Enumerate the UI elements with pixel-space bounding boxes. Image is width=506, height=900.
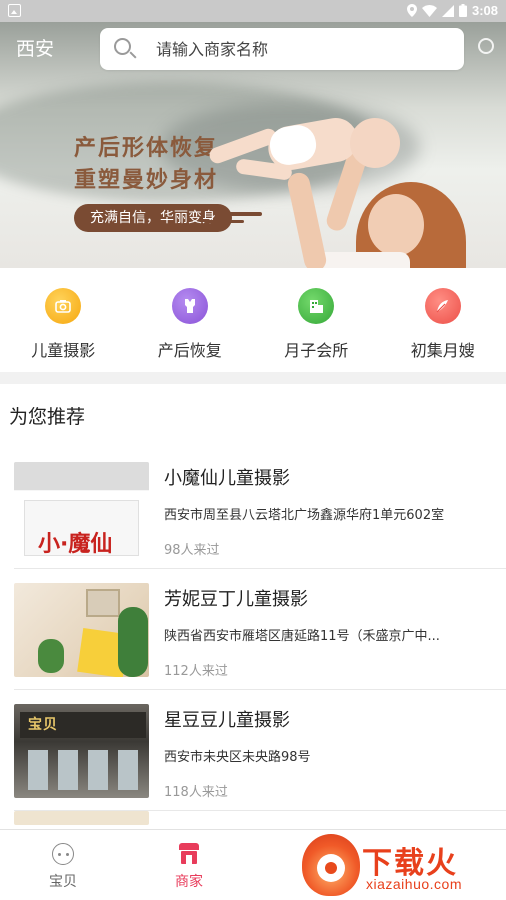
banner-headline-2: 重塑曼妙身材	[74, 167, 219, 193]
banner-decoration	[214, 212, 262, 216]
tab-icon-wrapper	[177, 842, 201, 866]
city-selector[interactable]: 西安	[16, 34, 54, 61]
category-kids-photography[interactable]: 儿童摄影	[0, 268, 127, 372]
baby-face-icon	[52, 843, 74, 865]
merchant-address: 西安市未央区未央路98号	[164, 750, 311, 765]
search-input[interactable]	[156, 39, 436, 59]
category-label: 初集月嫂	[410, 341, 475, 360]
feather-icon	[424, 288, 461, 324]
merchant-thumbnail: 宝贝	[14, 704, 149, 798]
merchant-visits: 112人来过	[164, 664, 228, 679]
watermark-url: xiazaihuo.com	[366, 876, 462, 892]
thumbnail-sign-text: 宝贝	[28, 717, 58, 733]
thumbnail-window	[118, 750, 138, 790]
flame-logo-dot	[325, 862, 337, 874]
location-icon	[406, 4, 417, 17]
status-icons: 3:08	[406, 3, 498, 18]
merchant-thumbnail	[14, 583, 149, 677]
merchant-thumbnail	[14, 811, 149, 825]
tab-label: 宝贝	[49, 874, 77, 890]
thumbnail-sign-text: 小·魔仙	[38, 532, 113, 556]
building-icon	[298, 288, 335, 324]
thumbnail-plant	[38, 639, 64, 673]
banner-photo-woman-face	[368, 194, 424, 256]
category-label: 产后恢复	[157, 341, 222, 360]
tab-icon-wrapper	[51, 842, 75, 866]
tab-merchants[interactable]: 商家	[126, 830, 252, 900]
merchant-address: 西安市周至县八云塔北广场鑫源华府1单元602室	[164, 508, 445, 523]
merchant-visits: 98人来过	[164, 543, 220, 558]
bodysuit-icon	[171, 288, 208, 324]
banner-photo-baby-head	[350, 118, 400, 168]
thumbnail-frame	[86, 589, 120, 617]
merchant-item[interactable]: 芳妮豆丁儿童摄影 陕西省西安市雁塔区唐延路11号（禾盛京广中... 112人来过	[14, 569, 506, 690]
tab-baby[interactable]: 宝贝	[0, 830, 126, 900]
banner-headline-1: 产后形体恢复	[74, 135, 219, 161]
shop-icon	[179, 843, 199, 865]
merchant-item[interactable]: 宝贝 星豆豆儿童摄影 西安市未央区未央路98号 118人来过	[14, 690, 506, 811]
category-grid: 儿童摄影 产后恢复 月子会所 初集月嫂	[0, 268, 506, 372]
recommend-section-title: 为您推荐	[9, 406, 86, 428]
category-postpartum-recovery[interactable]: 产后恢复	[127, 268, 254, 372]
tab-label: 商家	[175, 874, 203, 890]
category-label: 儿童摄影	[31, 341, 96, 360]
wifi-icon	[421, 4, 437, 17]
search-bar[interactable]	[100, 28, 464, 70]
gallery-notification-icon	[8, 4, 21, 17]
merchant-name: 小魔仙儿童摄影	[164, 468, 290, 489]
thumbnail-plant	[118, 607, 148, 677]
camera-icon	[45, 288, 82, 324]
status-bar: 3:08	[0, 0, 506, 22]
status-time: 3:08	[471, 3, 498, 18]
category-label: 月子会所	[284, 341, 349, 360]
app-screen: 3:08 产后形体恢复 重塑曼妙身材 充满自信，华丽变身 西安 请输入商家名称 …	[0, 0, 506, 900]
merchant-item-partial[interactable]	[14, 811, 506, 825]
banner-decoration	[204, 220, 244, 223]
watermark-logo: 下载火 xiazaihuo.com	[300, 832, 506, 900]
section-divider	[0, 372, 506, 384]
signal-icon	[441, 4, 454, 17]
merchant-address: 陕西省西安市雁塔区唐延路11号（禾盛京广中...	[164, 629, 440, 644]
search-icon	[114, 38, 137, 60]
thumbnail-storefront	[14, 462, 149, 490]
thumbnail-window	[88, 750, 108, 790]
merchant-item[interactable]: 小·魔仙 小魔仙儿童摄影 西安市周至县八云塔北广场鑫源华府1单元602室 98人…	[14, 448, 506, 569]
category-confinement-center[interactable]: 月子会所	[253, 268, 380, 372]
banner-tagline: 充满自信，华丽变身	[74, 204, 232, 232]
category-maternity-nanny[interactable]: 初集月嫂	[380, 268, 506, 372]
merchant-list: 小·魔仙 小魔仙儿童摄影 西安市周至县八云塔北广场鑫源华府1单元602室 98人…	[0, 448, 506, 825]
merchant-visits: 118人来过	[164, 785, 228, 800]
thumbnail-window	[28, 750, 48, 790]
merchant-name: 芳妮豆丁儿童摄影	[164, 589, 308, 610]
merchant-thumbnail: 小·魔仙	[14, 462, 149, 556]
merchant-name: 星豆豆儿童摄影	[164, 710, 290, 731]
thumbnail-window	[58, 750, 78, 790]
user-icon[interactable]	[478, 38, 494, 54]
battery-icon	[458, 4, 467, 17]
